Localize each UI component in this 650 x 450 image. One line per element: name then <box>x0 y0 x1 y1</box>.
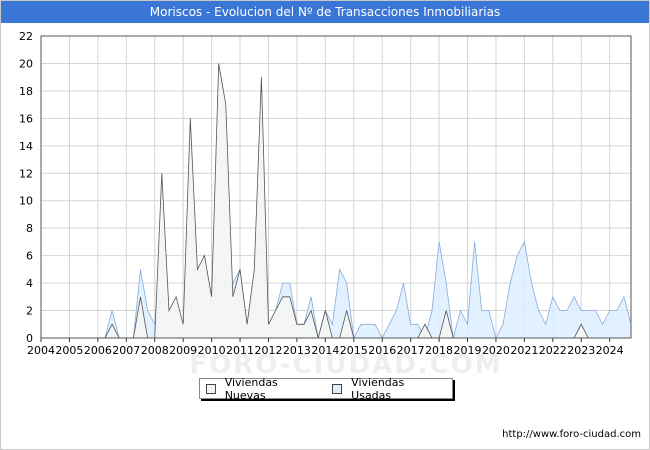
y-tick-label: 16 <box>19 112 33 125</box>
chart-frame: Moriscos - Evolucion del Nº de Transacci… <box>0 0 650 450</box>
legend-item-nuevas: Viviendas Nuevas <box>206 376 318 402</box>
legend-swatch-usadas <box>332 383 343 394</box>
legend-label-usadas: Viviendas Usadas <box>351 375 405 402</box>
x-tick-label: 2024 <box>596 344 624 357</box>
x-tick-label: 2016 <box>368 344 396 357</box>
y-tick-label: 2 <box>26 305 33 318</box>
legend-label-nuevas: Viviendas Nuevas <box>224 375 278 402</box>
grid-lines <box>40 35 631 339</box>
legend-item-usadas: Viviendas Usadas <box>332 376 444 402</box>
x-tick-label: 2005 <box>55 344 83 357</box>
x-tick-label: 2006 <box>84 344 112 357</box>
legend-swatch-nuevas <box>206 383 216 394</box>
x-tick-label: 2022 <box>539 344 567 357</box>
x-tick-label: 2020 <box>482 344 510 357</box>
plot-background <box>41 36 631 338</box>
x-tick-label: 2011 <box>226 344 254 357</box>
y-tick-label: 10 <box>19 195 33 208</box>
source-url[interactable]: http://www.foro-ciudad.com <box>502 429 641 440</box>
x-tick-label: 2019 <box>454 344 482 357</box>
y-tick-label: 20 <box>19 57 33 70</box>
x-tick-label: 2014 <box>311 344 339 357</box>
y-tick-label: 14 <box>19 140 33 153</box>
x-tick-label: 2004 <box>27 344 55 357</box>
x-tick-label: 2007 <box>112 344 140 357</box>
legend: Viviendas Nuevas Viviendas Usadas <box>199 376 453 402</box>
y-tick-label: 4 <box>26 277 33 290</box>
y-axis-ticks: 0246810121416182022 <box>19 30 33 345</box>
x-tick-label: 2010 <box>198 344 226 357</box>
y-tick-label: 18 <box>19 85 33 98</box>
x-tick-label: 2015 <box>340 344 368 357</box>
x-tick-label: 2012 <box>254 344 282 357</box>
y-tick-label: 8 <box>26 222 33 235</box>
x-tick-label: 2023 <box>567 344 595 357</box>
x-tick-label: 2018 <box>425 344 453 357</box>
x-axis-ticks: 2004 2005 2006 2007 2008 2009 2010 2011 2012 2013… <box>27 344 624 357</box>
x-tick-label: 2021 <box>510 344 538 357</box>
y-tick-label: 6 <box>26 250 33 263</box>
y-tick-label: 12 <box>19 167 33 180</box>
x-tick-label: 2008 <box>141 344 169 357</box>
x-tick-label: 2013 <box>283 344 311 357</box>
x-tick-label: 2017 <box>397 344 425 357</box>
x-tick-label: 2009 <box>169 344 197 357</box>
y-tick-label: 22 <box>19 30 33 43</box>
